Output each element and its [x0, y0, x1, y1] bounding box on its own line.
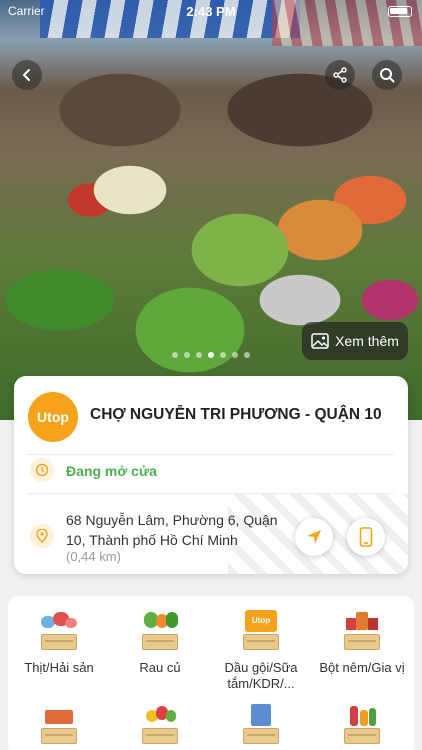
- personal-care-icon: Utop: [241, 610, 281, 650]
- share-button[interactable]: [325, 60, 355, 90]
- store-distance: (0,44 km): [66, 549, 121, 564]
- divider: [28, 454, 394, 455]
- clock-icon: [30, 458, 54, 482]
- category-label: Dầu gội/Sữa tắm/KDR/...: [224, 660, 298, 691]
- vegetables-icon: [140, 610, 180, 650]
- navigation-arrow-icon: [307, 530, 321, 544]
- status-time: 2:43 PM: [186, 4, 236, 19]
- meat-seafood-icon: [39, 610, 79, 650]
- view-more-label: Xem thêm: [335, 333, 399, 349]
- carousel-dot[interactable]: [172, 352, 178, 358]
- carousel-dot-active[interactable]: [208, 352, 214, 358]
- battery-icon: [388, 6, 412, 17]
- category-item[interactable]: Bột nêm/Gia vị: [312, 610, 412, 676]
- carousel-dot[interactable]: [196, 352, 202, 358]
- category-item[interactable]: [110, 704, 210, 744]
- phone-icon: [359, 527, 373, 547]
- category-item[interactable]: Rau củ: [110, 610, 210, 676]
- logo-text: Utop: [37, 409, 69, 425]
- snacks-icon: [39, 704, 79, 744]
- store-address: 68 Nguyễn Lâm, Phường 6, Quận 10, Thành …: [66, 512, 278, 548]
- search-icon: [380, 68, 395, 83]
- back-button[interactable]: [12, 60, 42, 90]
- store-name: CHỢ NGUYỄN TRI PHƯƠNG - QUẬN 10: [90, 406, 382, 423]
- milk-icon: [241, 704, 281, 744]
- category-grid: Thịt/Hải sản Rau củ Utop Dầu gội/Sữa tắm…: [8, 596, 414, 750]
- gallery-icon: [311, 333, 329, 349]
- category-item[interactable]: [9, 704, 109, 744]
- location-pin-icon: [30, 524, 54, 548]
- category-label: Bột nêm/Gia vị: [319, 660, 405, 675]
- search-button[interactable]: [372, 60, 402, 90]
- spices-icon: [342, 610, 382, 650]
- carousel-dot[interactable]: [184, 352, 190, 358]
- share-icon: [333, 67, 347, 83]
- beverages-icon: [342, 704, 382, 744]
- call-button[interactable]: [347, 518, 385, 556]
- directions-button[interactable]: [295, 518, 333, 556]
- chevron-left-icon: [22, 69, 30, 81]
- view-more-photos-button[interactable]: Xem thêm: [302, 322, 408, 360]
- category-label: Rau củ: [139, 660, 181, 675]
- store-info-card: Utop CHỢ NGUYỄN TRI PHƯƠNG - QUẬN 10 Đan…: [14, 376, 408, 574]
- category-item[interactable]: Utop Dầu gội/Sữa tắm/KDR/...: [211, 610, 311, 692]
- carousel-dot[interactable]: [244, 352, 250, 358]
- carousel-dot[interactable]: [220, 352, 226, 358]
- category-item[interactable]: Thịt/Hải sản: [9, 610, 109, 676]
- category-label: Thịt/Hải sản: [24, 660, 94, 675]
- category-item[interactable]: [211, 704, 311, 744]
- open-status: Đang mở cửa: [66, 463, 157, 479]
- carousel-dot[interactable]: [232, 352, 238, 358]
- fruits-icon: [140, 704, 180, 744]
- category-item[interactable]: [312, 704, 412, 744]
- status-bar: Carrier 2:43 PM: [0, 0, 422, 22]
- store-logo: Utop: [28, 392, 78, 442]
